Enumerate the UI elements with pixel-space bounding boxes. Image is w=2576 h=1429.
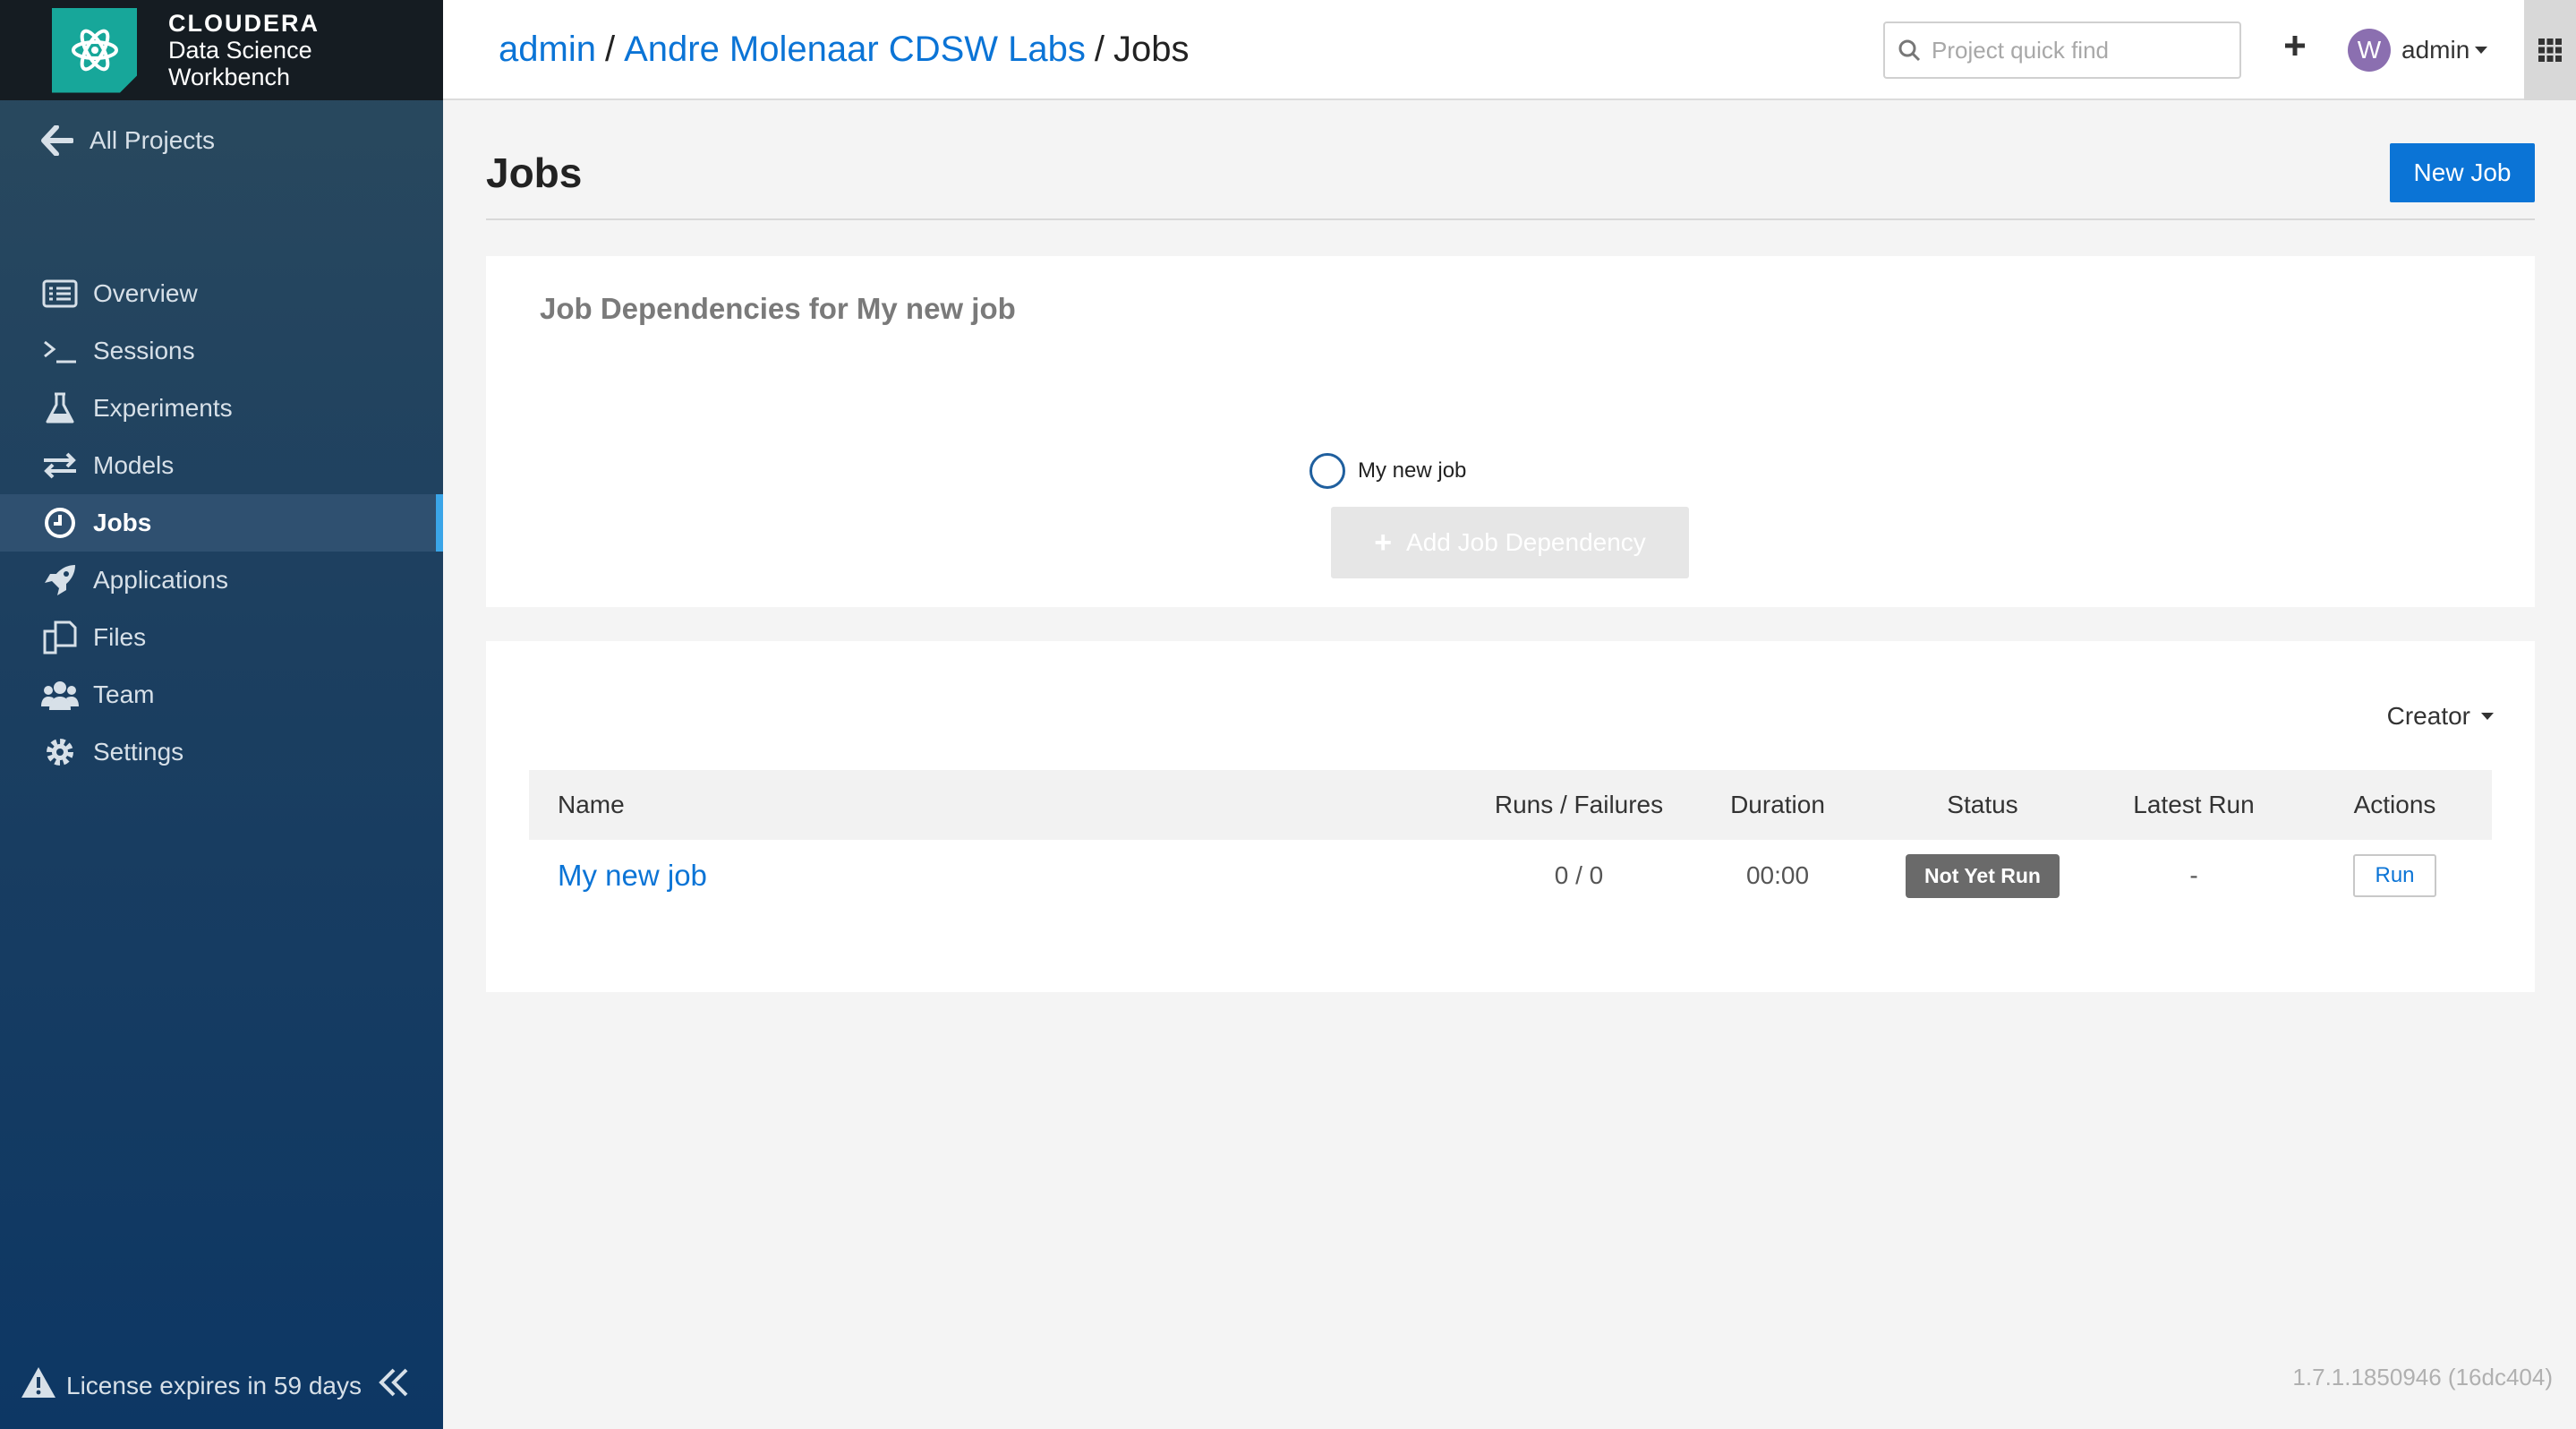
status-badge: Not Yet Run (1906, 853, 2060, 898)
add-button[interactable] (2282, 32, 2308, 64)
search-icon (1898, 39, 1921, 62)
sidebar-item-label: Settings (93, 738, 184, 766)
jobs-list-panel: Creator Name Runs / Failures Duration St… (486, 641, 2535, 992)
license-text: License expires in 59 days (66, 1371, 362, 1399)
status-cell: Not Yet Run (1875, 840, 2090, 911)
brand-product-line2: Workbench (168, 64, 291, 90)
sidebar-item-team[interactable]: Team (0, 666, 443, 723)
brand-header: CLOUDERA Data Science Workbench (0, 0, 443, 100)
sidebar-item-label: Jobs (93, 509, 152, 536)
version-label: 1.7.1.1850946 (16dc404) (2292, 1364, 2553, 1390)
warning-icon (20, 1365, 57, 1406)
sidebar-item-label: Sessions (93, 337, 195, 364)
dependency-node-label: My new job (1358, 458, 1467, 483)
sidebar-item-label: Experiments (93, 394, 233, 422)
sidebar-item-label: Files (93, 623, 147, 651)
avatar: W (2348, 29, 2391, 72)
breadcrumb-current: Jobs (1113, 29, 1190, 69)
job-name-cell: My new job (529, 840, 1478, 911)
breadcrumb-separator: / (1094, 29, 1105, 69)
project-search[interactable] (1883, 21, 2241, 79)
column-header-status: Status (1947, 791, 2018, 818)
column-header-runs: Runs / Failures (1494, 791, 1664, 818)
latest-run-cell: - (2189, 861, 2198, 889)
sidebar-item-experiments[interactable]: Experiments (0, 380, 443, 437)
grid-icon (2538, 39, 2562, 62)
brand-product-line1: Data Science (168, 37, 312, 64)
creator-filter-label: Creator (2386, 702, 2470, 730)
sidebar-item-label: Applications (93, 566, 228, 594)
dependency-node[interactable]: My new job (1309, 453, 1466, 489)
main-content: Jobs New Job Job Dependencies for My new… (443, 100, 2576, 1429)
jobs-table: Name Runs / Failures Duration Status Lat… (529, 770, 2492, 911)
brand-name: CLOUDERA (168, 10, 320, 37)
sidebar-item-models[interactable]: Models (0, 437, 443, 494)
sidebar-item-label: Overview (93, 279, 198, 307)
plus-icon (2285, 36, 2305, 56)
sidebar-nav: Overview Sessions Experiments Models Job… (0, 265, 443, 781)
runs-failures-cell: 0 / 0 (1554, 861, 1604, 889)
sidebar: CLOUDERA Data Science Workbench All Proj… (0, 0, 443, 1429)
sidebar-item-jobs[interactable]: Jobs (0, 494, 443, 552)
job-dependencies-panel: Job Dependencies for My new job My new j… (486, 256, 2535, 607)
breadcrumb-user-link[interactable]: admin (499, 30, 596, 70)
column-header-name[interactable]: Name (529, 770, 1478, 840)
cloudera-logo-icon (52, 7, 137, 93)
sidebar-item-applications[interactable]: Applications (0, 552, 443, 609)
top-header: admin / Andre Molenaar CDSW Labs / Jobs … (443, 0, 2576, 100)
sidebar-item-files[interactable]: Files (0, 609, 443, 666)
breadcrumb-project-link[interactable]: Andre Molenaar CDSW Labs (624, 30, 1086, 70)
job-name-link[interactable]: My new job (558, 859, 707, 892)
arrow-left-icon (41, 125, 73, 156)
plus-icon: + (1374, 525, 1393, 560)
page-title: Jobs (486, 150, 583, 196)
sidebar-item-sessions[interactable]: Sessions (0, 322, 443, 380)
breadcrumb: admin / Andre Molenaar CDSW Labs / Jobs (499, 30, 1189, 70)
sidebar-item-settings[interactable]: Settings (0, 723, 443, 781)
node-circle-icon (1309, 453, 1345, 489)
clock-icon (41, 504, 79, 542)
add-job-dependency-button[interactable]: + Add Job Dependency (1331, 507, 1689, 578)
creator-filter-dropdown[interactable]: Creator (2387, 702, 2494, 731)
team-icon (41, 676, 79, 714)
add-dependency-label: Add Job Dependency (1406, 528, 1646, 556)
overview-icon (41, 275, 79, 312)
license-notice: License expires in 59 days (20, 1365, 414, 1406)
arrows-icon (41, 447, 79, 484)
actions-cell: Run (2298, 840, 2492, 911)
new-job-button[interactable]: New Job (2390, 143, 2535, 202)
sidebar-item-overview[interactable]: Overview (0, 265, 443, 322)
chevron-down-icon (2475, 47, 2488, 54)
user-name: admin (2401, 36, 2470, 64)
search-input[interactable] (1932, 36, 2218, 64)
rocket-icon (41, 561, 79, 599)
terminal-icon (41, 332, 79, 370)
all-projects-link[interactable]: All Projects (41, 125, 215, 156)
sidebar-item-label: Team (93, 680, 155, 708)
user-menu[interactable]: W admin (2348, 29, 2488, 72)
app-grid-button[interactable] (2524, 0, 2576, 100)
collapse-sidebar-icon[interactable] (378, 1367, 410, 1404)
flask-icon (41, 389, 79, 427)
table-row: My new job 0 / 0 00:00 Not Yet Run - Run (529, 840, 2492, 911)
gear-icon (41, 733, 79, 771)
duration-cell: 00:00 (1745, 861, 1810, 889)
column-header-duration: Duration (1730, 791, 1825, 818)
table-header-row: Name Runs / Failures Duration Status Lat… (529, 770, 2492, 840)
breadcrumb-separator: / (604, 29, 616, 69)
all-projects-label: All Projects (90, 126, 216, 154)
files-icon (41, 619, 79, 656)
divider (486, 218, 2535, 220)
column-header-actions: Actions (2353, 791, 2436, 818)
chevron-down-icon (2481, 713, 2494, 720)
dependencies-title: Job Dependencies for My new job (540, 292, 1016, 325)
run-job-button[interactable]: Run (2353, 854, 2436, 897)
column-header-latest-run: Latest Run (2133, 791, 2255, 818)
sidebar-item-label: Models (93, 451, 175, 479)
